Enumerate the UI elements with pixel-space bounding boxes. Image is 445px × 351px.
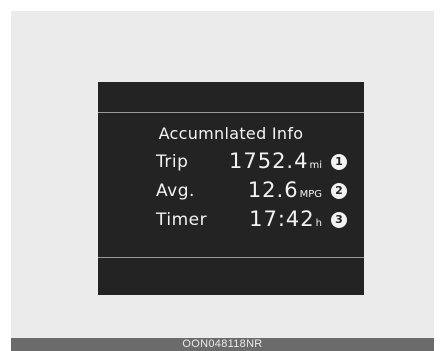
trip-label: Trip — [156, 152, 189, 172]
timer-value: 17:42 — [249, 207, 315, 231]
figure-panel: Accumnlated Info Trip 1752.4mi 1 Avg. 12… — [11, 11, 434, 338]
info-row-trip: Trip 1752.4mi 1 — [98, 148, 364, 174]
callout-badge-2: 2 — [331, 183, 347, 199]
trip-value: 1752.4 — [228, 149, 309, 173]
trip-unit: mi — [309, 160, 322, 171]
timer-label: Timer — [156, 210, 208, 230]
figure-code-caption: OON048118NR — [11, 338, 434, 351]
cluster-lcd-display: Accumnlated Info Trip 1752.4mi 1 Avg. 12… — [98, 82, 364, 295]
avg-unit: MPG — [299, 189, 322, 200]
info-row-avg: Avg. 12.6MPG 2 — [98, 177, 364, 203]
top-divider-line — [98, 112, 364, 113]
avg-label: Avg. — [156, 181, 195, 201]
avg-value: 12.6 — [247, 178, 299, 202]
info-row-timer: Timer 17:42h 3 — [98, 206, 364, 232]
callout-badge-3: 3 — [331, 212, 347, 228]
avg-value-group: 12.6MPG — [248, 178, 322, 202]
bottom-divider-line — [98, 257, 364, 258]
timer-value-group: 17:42h — [249, 207, 322, 231]
display-title: Accumnlated Info — [158, 124, 304, 143]
trip-value-group: 1752.4mi — [229, 149, 322, 173]
callout-badge-1: 1 — [331, 154, 347, 170]
timer-unit: h — [315, 218, 322, 229]
